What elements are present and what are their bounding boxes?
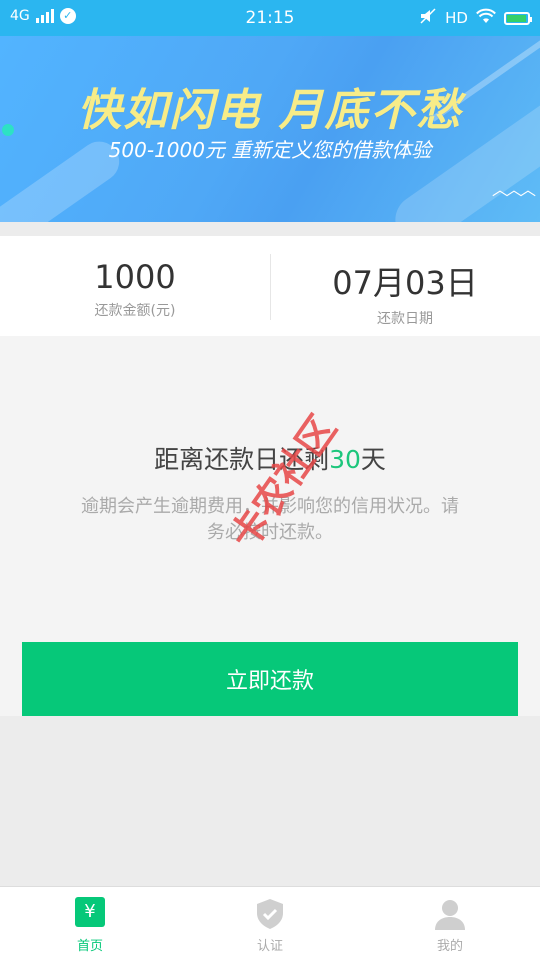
repayment-summary: 1000 还款金额(元) 07月03日 还款日期 — [0, 236, 540, 336]
repay-date-value: 07月03日 — [332, 264, 478, 302]
banner-title: 快如闪电 月底不愁 — [77, 85, 463, 136]
bottom-tabbar: ¥ 首页 认证 我的 — [0, 886, 540, 961]
repay-now-button[interactable]: 立即还款 — [22, 642, 518, 716]
yen-icon: ¥ — [73, 897, 107, 931]
tab-home-label: 首页 — [76, 939, 103, 954]
tab-verify[interactable]: 认证 — [180, 887, 360, 961]
hd-label: HD — [445, 9, 468, 27]
repay-date-label: 还款日期 — [377, 311, 433, 327]
repay-amount-value: 1000 — [94, 258, 176, 296]
promo-banner[interactable]: ︿︿︿ 快如闪电 月底不愁 500-1000元 重新定义您的借款体验 — [0, 36, 540, 222]
tab-home[interactable]: ¥ 首页 — [0, 887, 180, 961]
status-bar: 4G ✓ 21:15 HD — [0, 0, 540, 36]
repay-date: 07月03日 还款日期 — [270, 236, 540, 336]
status-right: HD — [419, 8, 532, 28]
repay-amount: 1000 还款金额(元) — [0, 236, 270, 336]
zigzag-decor-icon: ︿︿︿ — [491, 180, 536, 199]
wifi-icon — [476, 8, 496, 28]
mute-icon — [419, 8, 437, 28]
tab-mine[interactable]: 我的 — [360, 887, 540, 961]
user-icon — [433, 897, 467, 931]
tab-verify-label: 认证 — [256, 939, 283, 954]
battery-icon — [504, 11, 532, 25]
banner-subtitle: 500-1000元 重新定义您的借款体验 — [108, 138, 432, 162]
repay-amount-label: 还款金额(元) — [94, 303, 176, 319]
tab-mine-label: 我的 — [436, 939, 463, 954]
shield-check-icon — [253, 897, 287, 931]
